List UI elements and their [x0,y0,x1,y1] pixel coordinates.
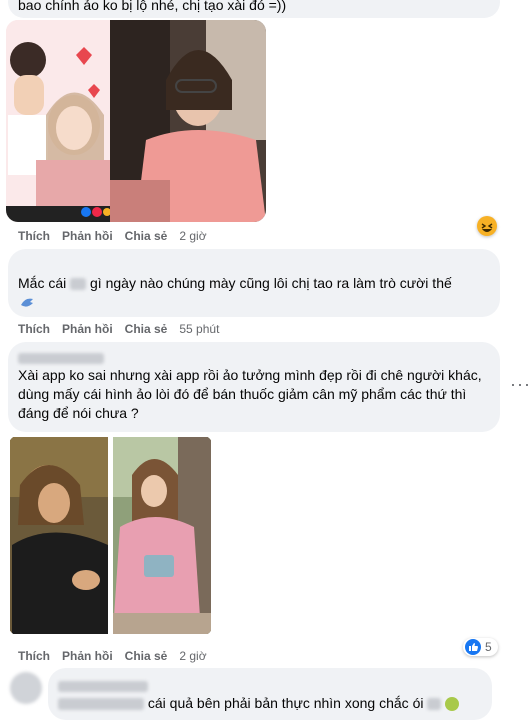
comment-bubble: Xài app ko sai nhưng xài app rồi ảo tưởn… [8,342,500,432]
laughing-emoji-icon[interactable] [477,216,497,236]
like-icon [465,639,481,655]
comment-bubble: cái quả bên phải bản thực nhìn xong chắc… [48,668,492,720]
comment-actions: Thích Phản hồi Chia sẻ 2 giờ [18,649,219,663]
comment-text: Xài app ko sai nhưng xài app rồi ảo tưởn… [18,367,482,421]
redacted-text [427,698,442,711]
reply-link[interactable]: Phản hồi [62,649,113,663]
more-options-icon[interactable]: ··· [510,374,528,395]
timestamp[interactable]: 2 giờ [179,649,206,663]
share-link[interactable]: Chia sẻ [125,649,168,663]
reaction-count-badge[interactable]: 5 [463,638,498,656]
collage-image-1 [6,20,266,222]
reaction-count: 5 [485,640,492,654]
redacted-text [70,278,87,291]
redacted-text [58,698,144,711]
like-link[interactable]: Thích [18,322,50,336]
sick-emoji-icon [445,697,460,712]
comment-actions: Thích Phản hồi Chia sẻ 2 giờ [18,229,219,243]
comment-text-prefix: Mắc cái [18,275,67,291]
timestamp[interactable]: 2 giờ [179,229,206,243]
collage-image-2 [8,435,213,636]
commenter-name-blurred[interactable] [18,348,104,367]
commenter-name-blurred[interactable] [58,676,148,695]
comment-text: gì ngày nào chúng mày cũng lôi chị tao r… [90,275,452,291]
like-link[interactable]: Thích [18,229,50,243]
avatar[interactable] [10,672,42,704]
share-link[interactable]: Chia sẻ [125,322,168,336]
reply-link[interactable]: Phản hồi [62,229,113,243]
comment-actions: Thích Phản hồi Chia sẻ 55 phút [18,322,231,336]
bird-icon [21,298,33,307]
comment-bubble-top: bao chính ảo ko bị lộ nhé, chị tạo xài đ… [8,0,500,18]
timestamp[interactable]: 55 phút [179,322,219,336]
comment-photo-collage-1[interactable] [6,20,266,222]
comment-bubble: Mắc cái gì ngày nào chúng mày cũng lôi c… [8,249,500,317]
comment-text: bao chính ảo ko bị lộ nhé, chị tạo xài đ… [18,0,287,13]
reply-link[interactable]: Phản hồi [62,322,113,336]
comment-photo-collage-2[interactable] [8,435,213,636]
comment-text: cái quả bên phải bản thực nhìn xong chắc… [147,695,424,711]
share-link[interactable]: Chia sẻ [125,229,168,243]
like-link[interactable]: Thích [18,649,50,663]
